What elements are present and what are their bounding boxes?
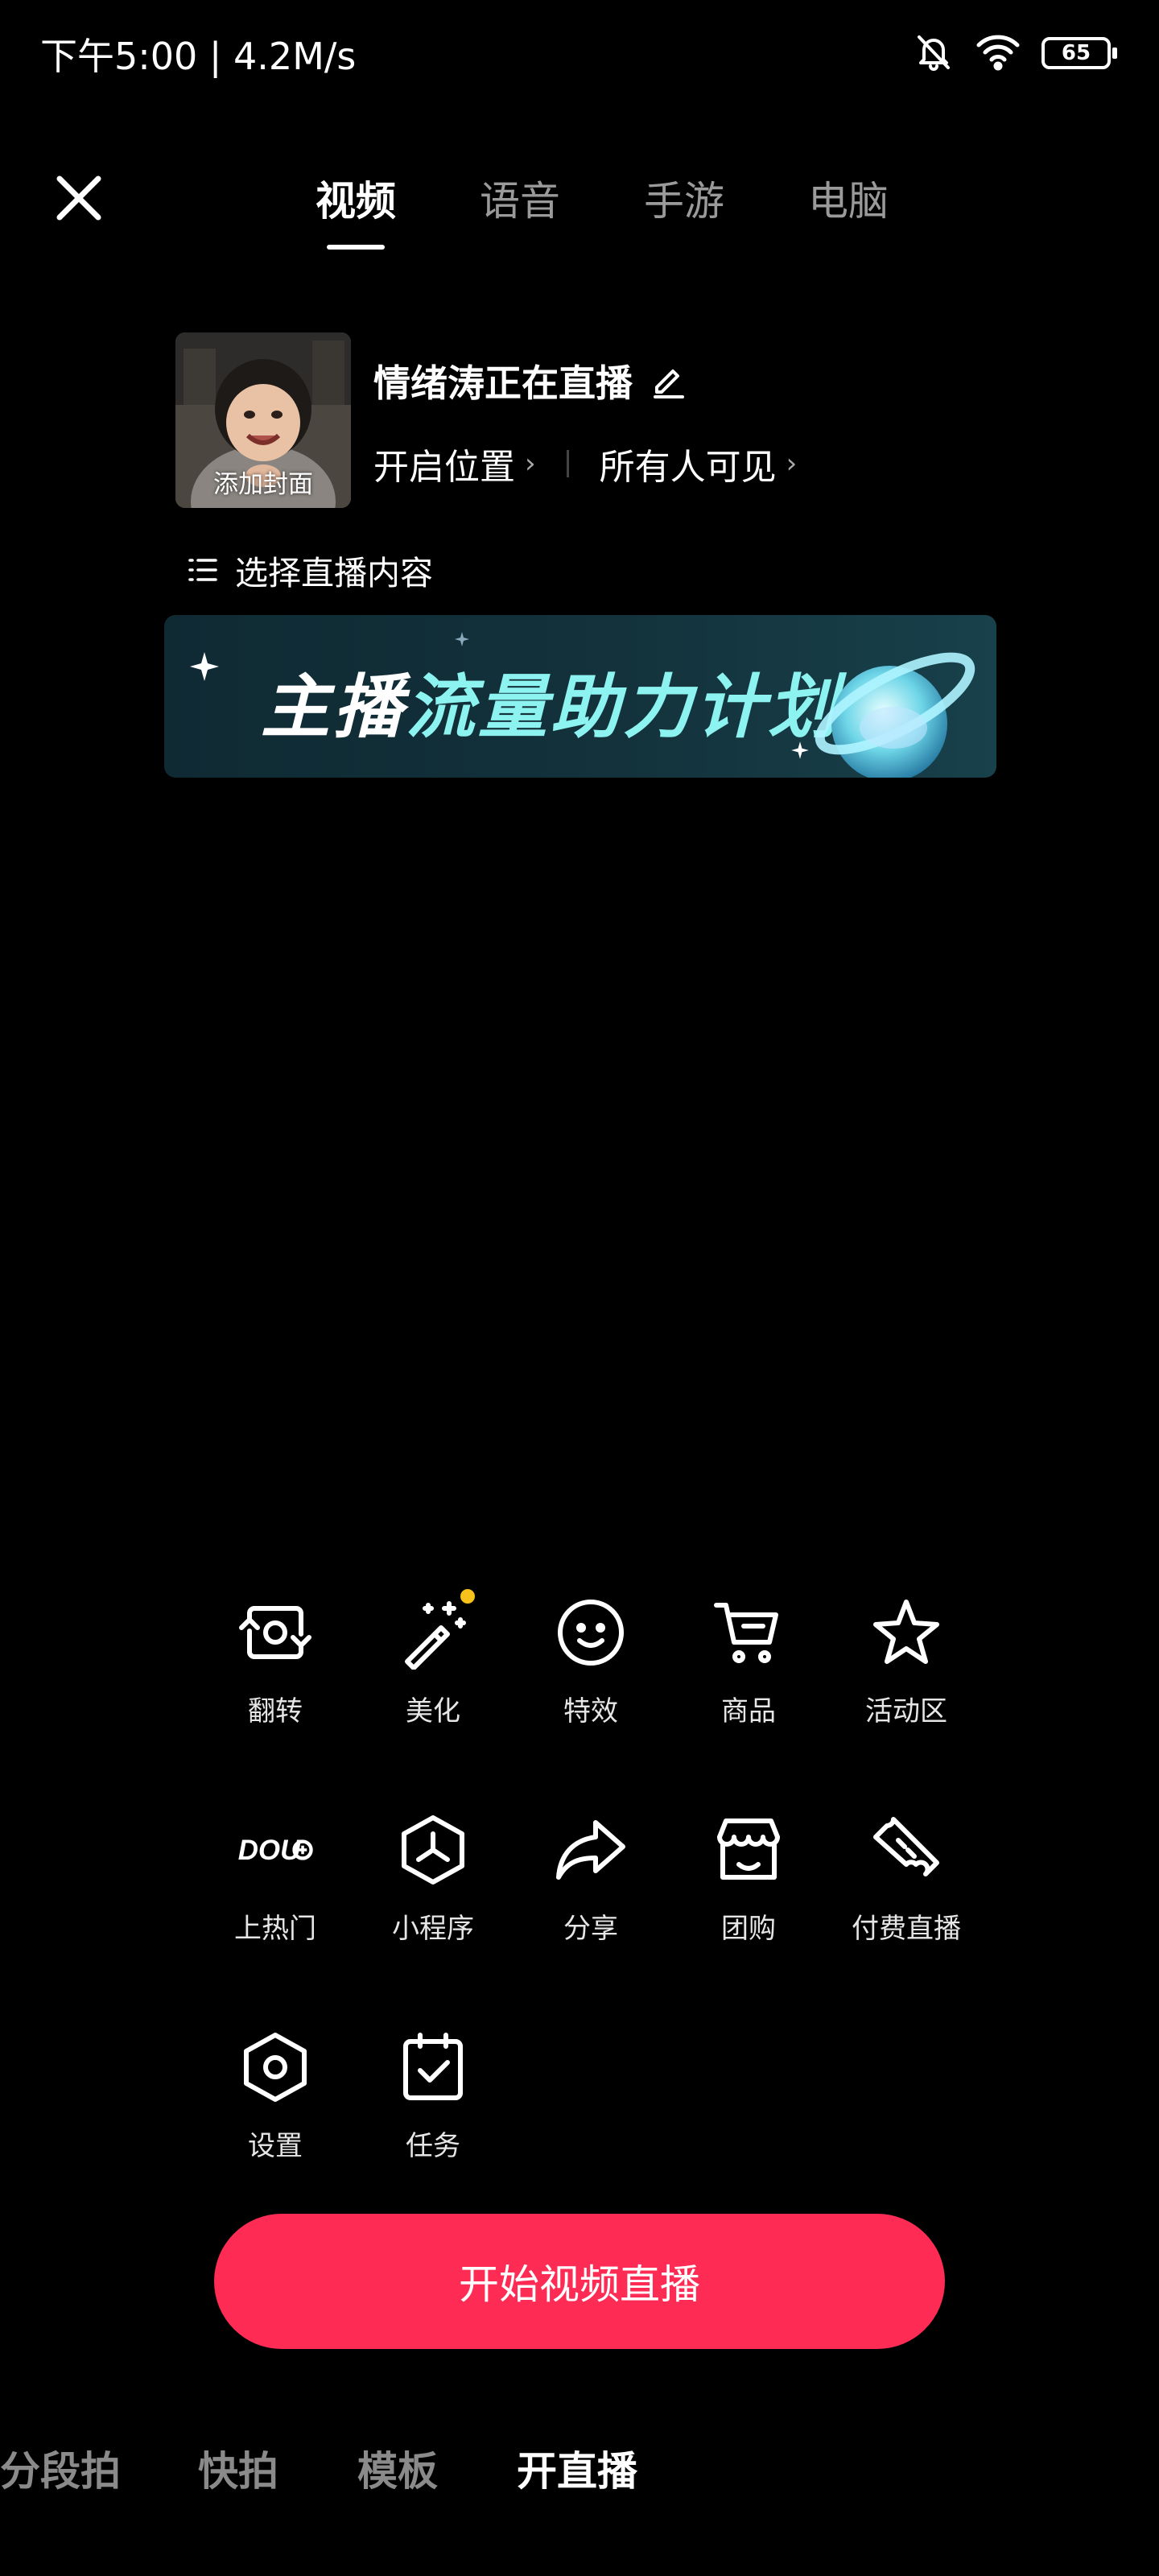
sparkle-icon (455, 632, 469, 646)
live-type-tabs: 视频 语音 手游 电脑 (274, 169, 930, 250)
ticket-icon (868, 1811, 945, 1889)
tool-label: 分享 (563, 1913, 618, 1945)
visibility-option[interactable]: 所有人可见 › (600, 438, 798, 489)
tool-label: 小程序 (392, 1913, 474, 1945)
dou-plus-text: DOU (238, 1835, 301, 1866)
tool-label: 商品 (721, 1695, 776, 1728)
tool-products[interactable]: 商品 (676, 1594, 821, 1755)
select-content-label: 选择直播内容 (235, 554, 433, 592)
tool-paid-live[interactable]: 付费直播 (834, 1811, 979, 1972)
room-title: 情绪涛正在直播 (373, 361, 633, 405)
room-options: 开启位置 › 所有人可见 › (373, 438, 797, 489)
status-bar: 下午5:00 | 4.2M/s 65 (0, 0, 1159, 97)
live-setup-screen: 下午5:00 | 4.2M/s 65 视频 语音 手游 电脑 添加封面 情绪涛正… (0, 0, 1159, 2576)
add-cover-label: 添加封面 (213, 470, 313, 499)
tab-computer[interactable]: 电脑 (766, 169, 930, 250)
mode-quick-shoot[interactable]: 快拍 (198, 2439, 278, 2497)
mini-program-icon (394, 1811, 472, 1889)
list-icon (188, 559, 217, 581)
planet-illustration (815, 652, 975, 778)
tool-group-buy[interactable]: 团购 (676, 1811, 821, 1972)
traffic-boost-banner[interactable]: 主播流量助力计划 (164, 615, 996, 778)
close-icon (56, 175, 101, 221)
tool-label: 团购 (721, 1913, 776, 1945)
close-button[interactable] (50, 169, 108, 227)
mode-segment-shoot[interactable]: 分段拍 (0, 2439, 121, 2497)
status-icons: 65 (913, 31, 1117, 76)
wifi-icon (974, 31, 1022, 76)
mode-go-live[interactable]: 开直播 (517, 2439, 637, 2497)
tab-label: 电脑 (808, 178, 889, 225)
tool-label: 翻转 (248, 1695, 303, 1728)
tab-active-indicator (327, 245, 385, 250)
tab-voice[interactable]: 语音 (438, 169, 602, 250)
store-icon (710, 1811, 787, 1889)
tool-label: 任务 (406, 2130, 460, 2162)
battery-level: 65 (1061, 41, 1091, 65)
tab-mobile-game[interactable]: 手游 (602, 169, 766, 250)
location-label: 开启位置 (373, 447, 515, 488)
tool-mini-program[interactable]: 小程序 (361, 1811, 505, 1972)
banner-title-cyan: 流量助力计划 (406, 667, 840, 748)
divider (566, 450, 569, 477)
cover-image-button[interactable]: 添加封面 (175, 332, 351, 508)
tool-flip[interactable]: 翻转 (203, 1594, 348, 1755)
chevron-right-icon: › (525, 448, 536, 480)
smile-face-icon (552, 1594, 629, 1671)
tool-label: 特效 (563, 1695, 618, 1728)
cart-icon (710, 1594, 787, 1671)
camera-mode-bar: 分段拍 快拍 模板 开直播 (0, 2439, 1159, 2512)
star-icon (868, 1594, 945, 1671)
tool-label: 上热门 (234, 1913, 316, 1945)
tool-tasks[interactable]: 任务 (361, 2029, 505, 2190)
tool-settings[interactable]: 设置 (203, 2029, 348, 2190)
location-option[interactable]: 开启位置 › (373, 438, 536, 489)
tool-label: 付费直播 (852, 1913, 961, 1945)
chevron-right-icon: › (786, 448, 798, 480)
visibility-label: 所有人可见 (599, 447, 777, 488)
select-content-button[interactable]: 选择直播内容 (187, 546, 433, 594)
tool-label: 美化 (406, 1695, 460, 1728)
tool-effects[interactable]: 特效 (518, 1594, 663, 1755)
notification-dot (460, 1589, 475, 1604)
tab-label: 手游 (644, 178, 724, 225)
magic-wand-icon (394, 1589, 475, 1671)
task-clipboard-icon (394, 2029, 472, 2106)
tab-video[interactable]: 视频 (274, 169, 438, 250)
sparkle-icon (190, 652, 219, 681)
battery-icon: 65 (1041, 37, 1117, 69)
dou-plus-icon: DOU (237, 1811, 314, 1889)
tool-dou-plus[interactable]: DOU 上热门 (203, 1811, 348, 1972)
room-title-editor[interactable]: 情绪涛正在直播 (373, 354, 687, 407)
pencil-icon (654, 369, 684, 398)
banner-title-white: 主播 (261, 667, 406, 748)
tab-label: 语音 (480, 178, 560, 225)
flip-camera-icon (237, 1594, 314, 1671)
settings-hex-icon (237, 2029, 314, 2106)
status-time-speed: 下午5:00 | 4.2M/s (40, 35, 357, 78)
mute-bell-icon (913, 31, 955, 76)
tool-activity[interactable]: 活动区 (834, 1594, 979, 1755)
tool-share[interactable]: 分享 (518, 1811, 663, 1972)
share-arrow-icon (552, 1811, 629, 1889)
mode-template[interactable]: 模板 (357, 2439, 438, 2497)
tool-beautify[interactable]: 美化 (361, 1589, 505, 1755)
tab-label: 视频 (316, 178, 396, 225)
start-video-live-button[interactable]: 开始视频直播 (214, 2214, 945, 2349)
tool-label: 设置 (248, 2130, 303, 2162)
banner-title: 主播流量助力计划 (261, 650, 840, 751)
tool-label: 活动区 (865, 1695, 947, 1728)
